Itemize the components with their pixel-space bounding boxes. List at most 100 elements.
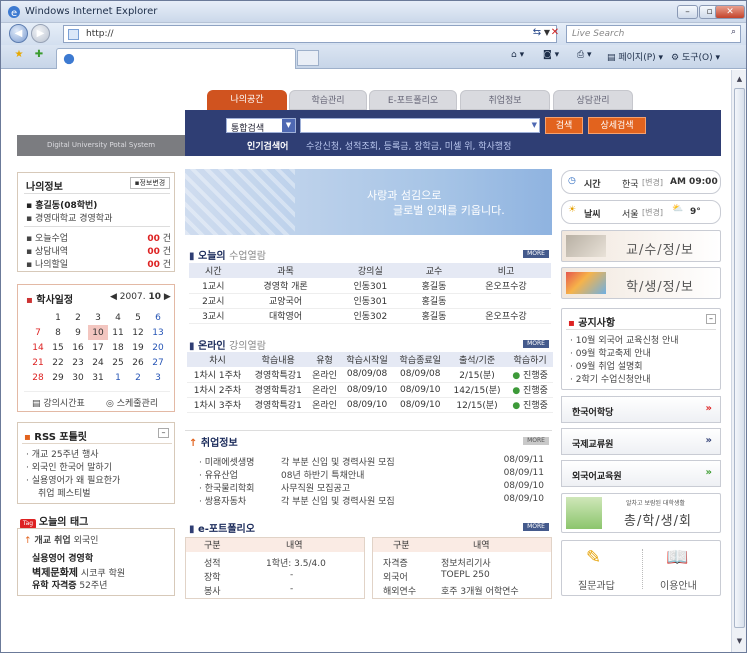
rss-title: ▪ RSS 포틀릿 [24, 432, 88, 443]
double-chevron-right-icon: » [705, 435, 712, 446]
calendar-month: ◀ 2007. 10 ▶ [110, 292, 171, 302]
favorites-star-icon[interactable]: ★ [11, 47, 27, 64]
eportfolio-more-button[interactable]: MORE [523, 523, 549, 531]
scroll-thumb[interactable] [734, 88, 745, 628]
pencils-image-icon [566, 272, 606, 294]
prev-month-icon[interactable]: ◀ [110, 292, 117, 302]
home-icon[interactable]: ⌂ ▾ [511, 50, 524, 60]
tag-line[interactable]: ↑ 개교 취업 외국인 [24, 533, 98, 546]
refresh-icon[interactable]: ⇆ [529, 25, 545, 42]
student-council-banner[interactable]: 알차고 보람된 대학생활 총/학/생/회 [561, 493, 721, 533]
qa-button[interactable]: ✎ 질문과답 [562, 541, 642, 595]
next-month-icon[interactable]: ▶ [164, 292, 171, 302]
rss-item[interactable]: · 실용영어가 왜 필요한가 [26, 473, 120, 486]
tag-line[interactable]: 벽제문화제 시코쿠 학원 [32, 564, 125, 579]
tag-cloud: ↑ 개교 취업 외국인 실용영어 경영학 벽제문화제 시코쿠 학원 유학 자격증… [17, 528, 175, 596]
my-info-row[interactable]: ▪ 오늘수업 00 건 [26, 231, 171, 244]
student-dept: ▪ 경영대학교 경영학과 [26, 214, 113, 224]
rss-item[interactable]: 취업 페스티벌 [38, 486, 91, 499]
calendar-title: ▪ 학사일정 [26, 295, 74, 306]
svg-text:e: e [11, 8, 17, 19]
rss-item[interactable]: · 외국인 한국어 말하기 [26, 460, 112, 473]
language-education-link[interactable]: 외국어교육원» [561, 460, 721, 487]
notice-item[interactable]: · 2학기 수업신청안내 [570, 372, 651, 385]
weather-change-link[interactable]: [변경] [642, 207, 663, 218]
international-exchange-link[interactable]: 국제교류원» [561, 428, 721, 455]
tools-menu[interactable]: ⚙ 도구(O) ▾ [671, 50, 720, 63]
tab-my-space[interactable]: 나의공간 [207, 90, 287, 110]
live-search-input[interactable]: Live Search ⌕ [566, 25, 741, 43]
title-bar: e Windows Internet Explorer – ▫ ✕ [1, 1, 746, 23]
job-row[interactable]: · 유유산업 08년 하반기 특채안내 08/09/11 [199, 468, 544, 481]
calendar-panel: ▪ 학사일정 ◀ 2007. 10 ▶ 123456 7 8 9 10 11 12 13 1… [17, 284, 175, 412]
stop-icon[interactable]: ✕ [547, 25, 563, 42]
add-favorites-icon[interactable]: ✚ [31, 47, 47, 64]
search-icon[interactable]: ⌕ [731, 27, 736, 37]
jobs-more-button[interactable]: MORE [523, 437, 549, 445]
schedule-button[interactable]: ◎ 스케줄관리 [106, 396, 158, 409]
clock-icon: ◷ [568, 176, 576, 186]
browser-tab[interactable] [56, 48, 296, 69]
tag-line[interactable]: 실용영어 경영학 [32, 551, 93, 564]
guide-button[interactable]: 📖 이용안내 [642, 541, 720, 595]
job-row[interactable]: · 미래에셋생명 각 부분 신입 및 경력사원 모집 08/09/11 [199, 455, 544, 468]
tab-learning[interactable]: 학습관리 [289, 90, 367, 110]
search-input[interactable]: ▼ [300, 118, 540, 133]
banner-line2: 글로벌 인재를 키웁니다. [393, 204, 505, 217]
collapse-icon[interactable]: – [158, 428, 169, 438]
tab-eportfolio[interactable]: E-포트폴리오 [369, 90, 457, 110]
classes-more-button[interactable]: MORE [523, 250, 549, 258]
search-scope-select[interactable]: 통합검색 ▼ [226, 118, 296, 134]
my-info-row[interactable]: ▪ 상담내역 00 건 [26, 244, 171, 257]
page-menu[interactable]: ▤ 페이지(P) ▾ [607, 50, 663, 63]
new-tab-button[interactable] [297, 50, 319, 66]
close-button[interactable]: ✕ [715, 5, 745, 19]
notice-item[interactable]: · 09월 학교축제 안내 [570, 346, 651, 359]
pen-image-icon [566, 235, 606, 257]
student-info-button[interactable]: 학/생/정/보 [561, 267, 721, 299]
scroll-up-icon[interactable]: ▲ [734, 72, 745, 86]
tab-counsel[interactable]: 상담관리 [553, 90, 633, 110]
korean-institute-link[interactable]: 한국어학당» [561, 396, 721, 423]
address-bar: ◀ ▶ http:// ▼ ⇆ ✕ Live Search ⌕ [1, 23, 746, 45]
detail-search-button[interactable]: 상세검색 [588, 117, 646, 134]
table-row[interactable]: 1차시 3주차 경영학특강1 온라인 08/09/10 08/09/10 12/15(분)… [187, 397, 553, 413]
vertical-scrollbar[interactable]: ▲ ▼ [731, 70, 746, 652]
notice-title: ▪ 공지사항 [568, 318, 616, 329]
job-row[interactable]: · 한국물리학회 사무직원 모집공고 08/09/10 [199, 481, 544, 494]
collapse-icon[interactable]: – [706, 314, 716, 324]
notice-item[interactable]: · 10월 외국어 교육신청 안내 [570, 333, 679, 346]
tag-line[interactable]: 유학 자격증 52주년 [32, 578, 107, 591]
print-icon[interactable]: ⎙ ▾ [577, 50, 592, 60]
tab-jobs[interactable]: 취업정보 [460, 90, 550, 110]
edit-info-button[interactable]: ▪정보변경 [130, 177, 170, 189]
calendar-day-highlight[interactable]: 10 [88, 325, 108, 340]
table-row[interactable]: 1차시 1주차 경영학특강1 온라인 08/09/08 08/09/08 2/15(분) ●… [187, 367, 553, 383]
eportfolio-title: ▮ e-포트폴리오 [189, 524, 255, 535]
sun-icon: ☀ [568, 205, 577, 215]
rss-item[interactable]: · 개교 25주년 행사 [26, 447, 99, 460]
online-title: ▮ 온라인 강의열람 [189, 341, 266, 352]
browser-window: e Windows Internet Explorer – ▫ ✕ ◀ ▶ ht… [0, 0, 747, 653]
time-change-link[interactable]: [변경] [642, 177, 663, 188]
address-input[interactable]: http:// ▼ [63, 25, 557, 43]
table-row[interactable]: 3교시 대학영어 인동302 홍길동 온오프수강 [189, 308, 551, 324]
ie-logo-icon: e [8, 6, 20, 19]
keyword-list[interactable]: 수강신청, 성적조회, 등록금, 장학금, 미셀 위, 학사행정 [306, 139, 511, 152]
online-table: 차시 학습내용 유형 학습시작일 학습종료일 출석/기준 학습하기 1차시 1주차 경영학특강… [187, 352, 553, 413]
forward-button[interactable]: ▶ [31, 24, 50, 43]
table-row[interactable]: 1차시 2주차 경영학특강1 온라인 08/09/10 08/09/10 142/15(분… [187, 382, 553, 398]
search-button[interactable]: 검색 [545, 117, 583, 134]
feeds-icon[interactable]: ◙ ▾ [543, 50, 559, 60]
table-row[interactable]: 1교시 경영학 개론 인동301 홍길동 온오프수강 [189, 278, 551, 294]
timetable-button[interactable]: ▤ 강의시간표 [32, 396, 85, 409]
table-row[interactable]: 2교시 교양국어 인동301 홍길동 [189, 293, 551, 309]
job-row[interactable]: · 쌍용자동차 각 부분 신입 및 경력사원 모집 08/09/10 [199, 494, 544, 507]
my-info-row[interactable]: ▪ 나의할일 00 건 [26, 257, 171, 270]
online-more-button[interactable]: MORE [523, 340, 549, 348]
scroll-down-icon[interactable]: ▼ [734, 634, 745, 648]
professor-info-button[interactable]: 교/수/정/보 [561, 230, 721, 262]
minimize-button[interactable]: – [677, 5, 698, 19]
notice-item[interactable]: · 09월 취업 설명회 [570, 359, 643, 372]
back-button[interactable]: ◀ [9, 24, 28, 43]
